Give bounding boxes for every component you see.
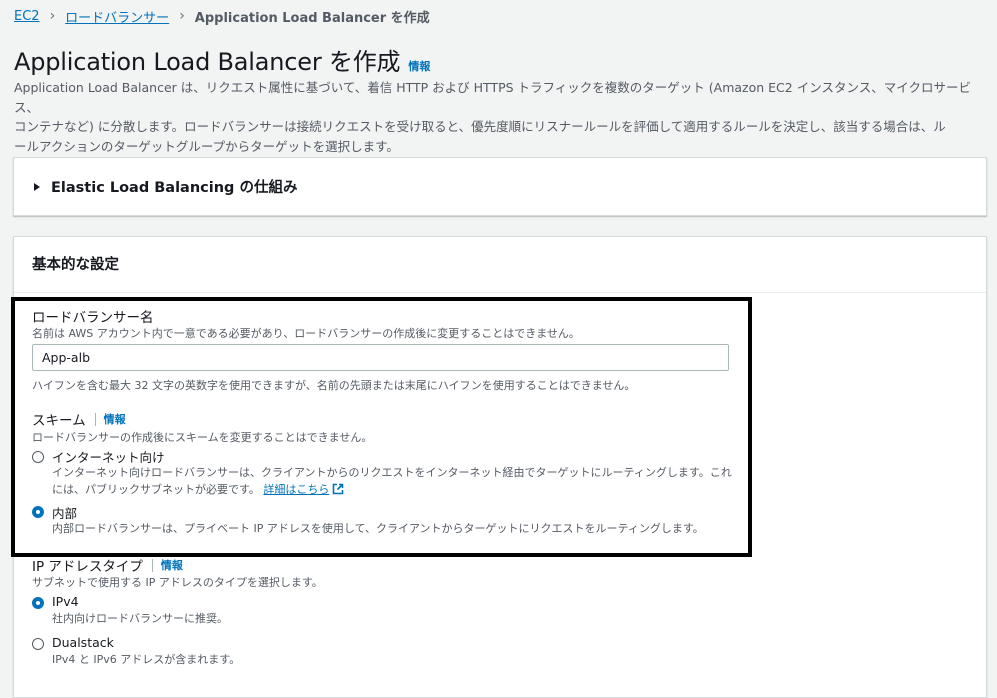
dualstack-description: IPv4 と IPv6 アドレスが含まれます。 [52,653,241,666]
internal-label: 内部 [52,506,78,521]
lb-name-description: 名前は AWS アカウント内で一意である必要があり、ロードバランサーの作成後に変… [32,327,580,340]
breadcrumb-current: Application Load Balancer を作成 [194,10,430,26]
lb-name-label-text: ロードバランサー名 [32,310,154,326]
radio-internet-facing[interactable] [32,451,44,463]
ip-type-description: サブネットで使用する IP アドレスのタイプを選択します。 [32,576,323,589]
divider [94,412,96,426]
elb-how-it-works-label: Elastic Load Balancing の仕組み [51,180,298,196]
radio-internal[interactable] [32,506,44,518]
internet-facing-description-line: には、パブリックサブネットが必要です。 詳細はこちら [52,482,732,499]
lb-name-label: ロードバランサー名 [32,306,154,326]
radio-dualstack[interactable] [32,638,44,650]
breadcrumb-load-balancers-link[interactable]: ロードバランサー [65,7,169,26]
ipv4-description: 社内向けロードバランサーに推奨。 [52,612,228,625]
page-description-line: ールアクションのターゲットグループからターゲットを選択します。 [14,138,399,154]
ip-type-label-text: IP アドレスタイプ [32,559,143,575]
page-description: Application Load Balancer は、リクエスト属性に基づいて… [14,78,989,156]
lb-name-hint: ハイフンを含む最大 32 文字の英数字を使用できますが、名前の先頭または末尾にハ… [32,379,636,392]
page-header: Application Load Balancer を作成 情報 [14,42,430,77]
internet-facing-description-line: インターネット向けロードバランサーは、クライアントからのリクエストをインターネッ… [52,466,732,479]
internet-facing-description: インターネット向けロードバランサーは、クライアントからのリクエストをインターネッ… [52,465,732,498]
ipv4-label: IPv4 [52,594,79,609]
panel-header: 基本的な設定 [14,237,986,293]
scheme-description: ロードバランサーの作成後にスキームを変更することはできません。 [32,431,373,444]
elb-how-it-works-toggle[interactable]: Elastic Load Balancing の仕組み [34,176,297,197]
radio-ipv4[interactable] [32,597,44,609]
learn-more-link[interactable]: 詳細はこちら [263,483,329,496]
scheme-info-link[interactable]: 情報 [104,411,126,427]
chevron-right-icon: › [49,8,56,24]
breadcrumb-ec2-link[interactable]: EC2 [14,9,40,24]
page-description-line: コンテナなど) に分散します。ロードバランサーは接続リクエストを受け取ると、優先… [14,119,946,134]
scheme-label: スキーム 情報 [32,409,126,429]
ip-type-info-link[interactable]: 情報 [161,557,183,573]
caret-right-icon [34,182,40,191]
lb-name-input[interactable] [32,344,729,371]
chevron-right-icon: › [179,8,185,24]
page-title: Application Load Balancer を作成 [14,48,401,76]
panel-title: 基本的な設定 [32,257,119,273]
external-link-icon [333,483,344,494]
internet-facing-label: インターネット向け [52,450,165,465]
divider [151,558,153,572]
internet-facing-description-text: には、パブリックサブネットが必要です。 [52,482,260,496]
page-info-link[interactable]: 情報 [408,58,430,74]
scheme-label-text: スキーム [32,413,86,429]
ip-type-label: IP アドレスタイプ 情報 [32,555,183,575]
internal-description: 内部ロードバランサーは、プライベート IP アドレスを使用して、クライアントから… [52,522,704,535]
breadcrumb: EC2 › ロードバランサー › Application Load Balanc… [14,6,430,26]
elb-how-it-works-panel: Elastic Load Balancing の仕組み [13,157,987,216]
dualstack-label: Dualstack [52,635,114,650]
page-description-line: Application Load Balancer は、リクエスト属性に基づいて… [14,80,971,115]
